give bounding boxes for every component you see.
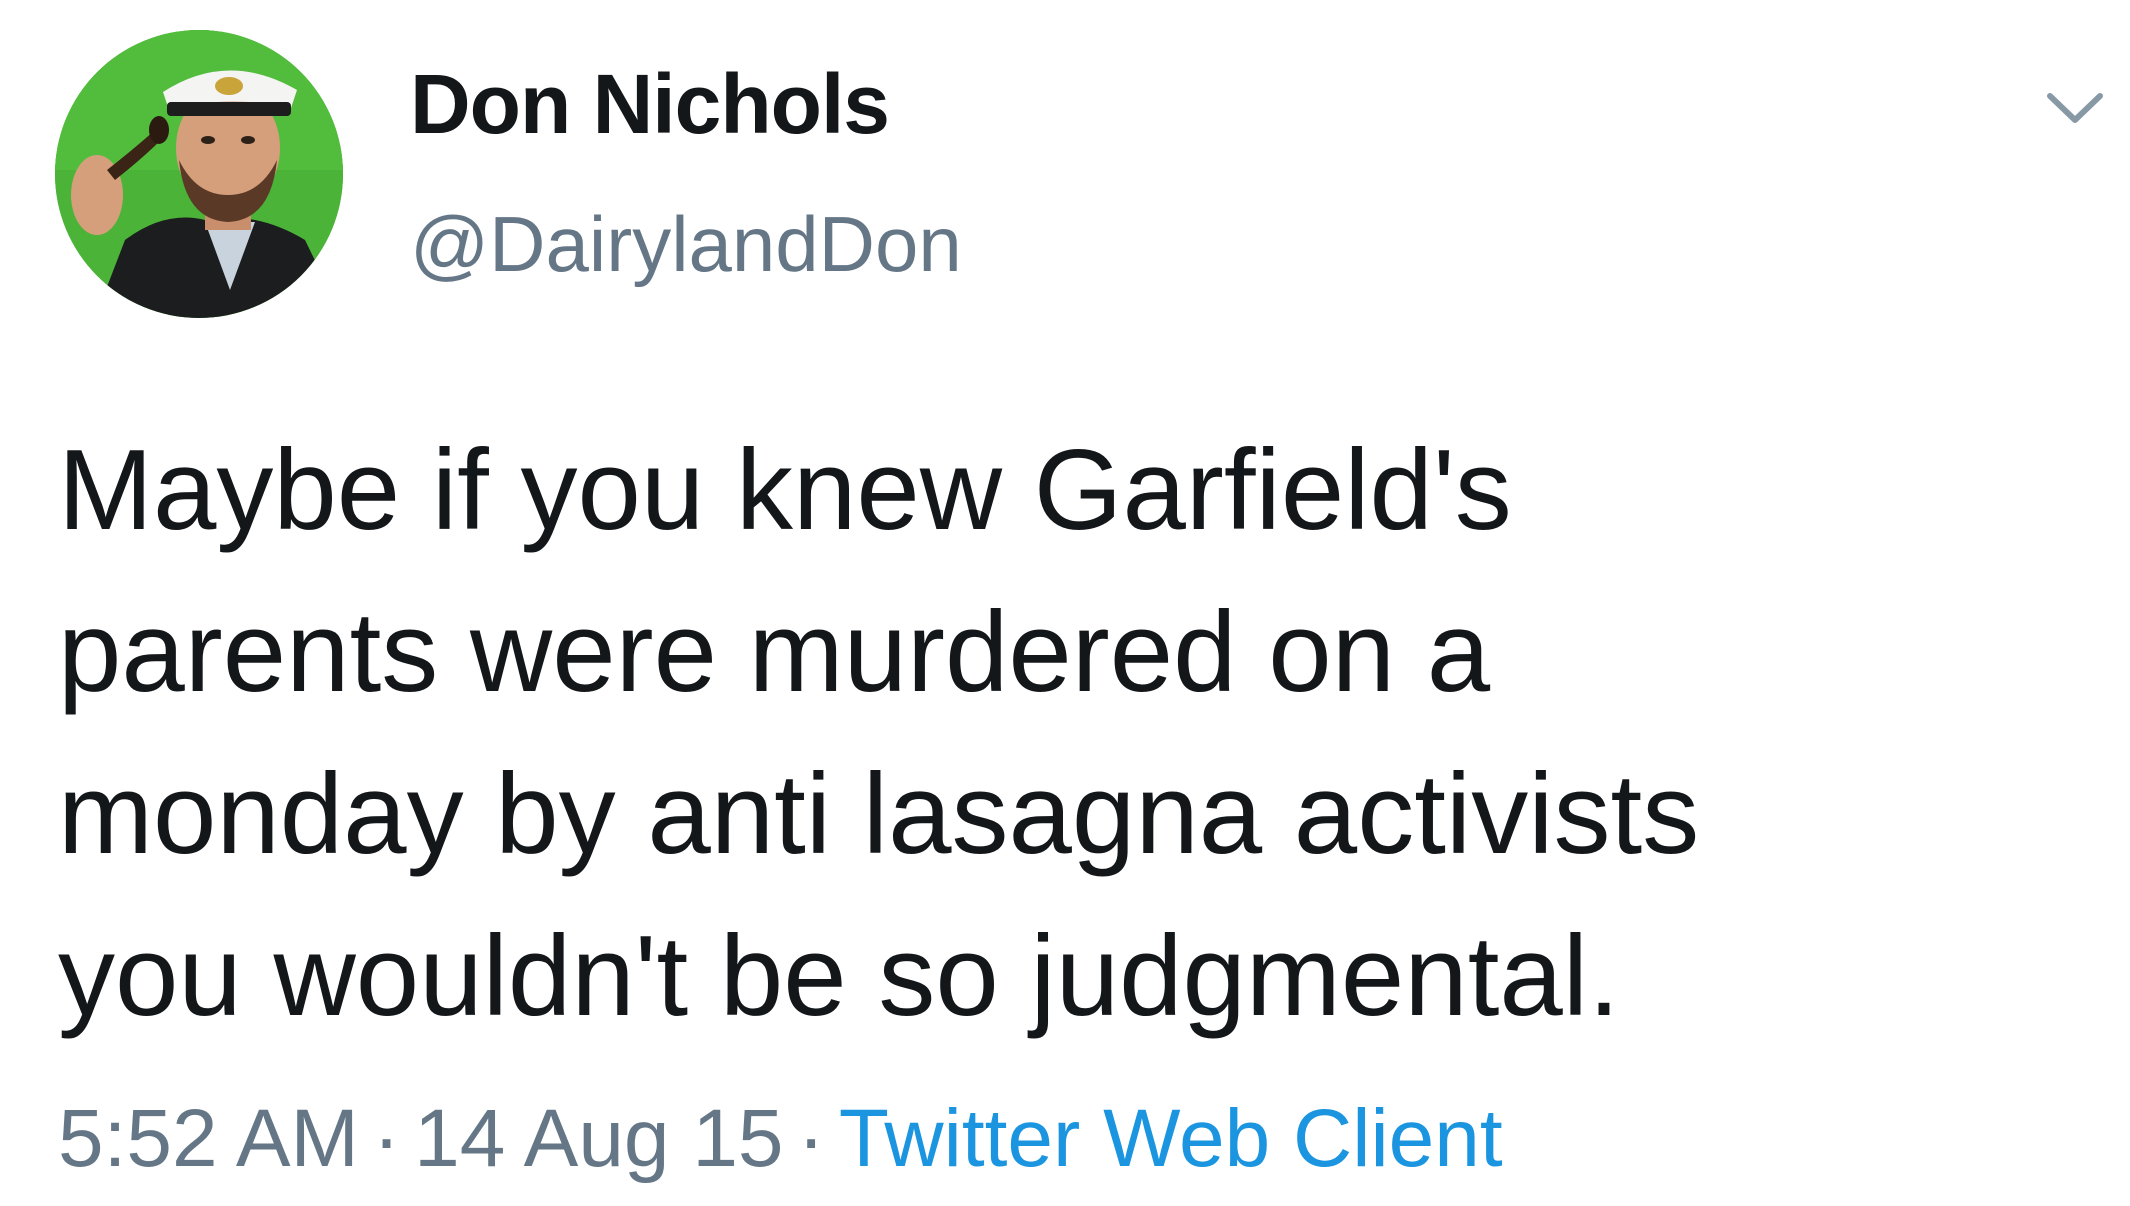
tweet-text-line: Maybe if you knew Garfield's xyxy=(58,427,1512,554)
tweet-text-line: parents were murdered on a xyxy=(58,589,1491,716)
tweet-text-line: you wouldn't be so judgmental. xyxy=(58,913,1620,1040)
separator-dot: · xyxy=(797,1093,825,1184)
client-link[interactable]: Twitter Web Client xyxy=(839,1093,1503,1184)
tweet-card: Don Nichols @DairylandDon Maybe if you k… xyxy=(0,0,2130,1206)
tweet-text: Maybe if you knew Garfield's parents wer… xyxy=(58,410,2098,1058)
avatar-image xyxy=(55,30,343,318)
tweet-text-line: monday by anti lasagna activists xyxy=(58,751,1700,878)
separator-dot: · xyxy=(372,1093,401,1184)
tweet-time[interactable]: 5:52 AM xyxy=(58,1093,359,1184)
user-handle[interactable]: @DairylandDon xyxy=(410,205,962,283)
avatar[interactable] xyxy=(55,30,343,318)
chevron-down-icon[interactable] xyxy=(2040,78,2110,138)
display-name[interactable]: Don Nichols xyxy=(410,62,890,146)
tweet-metadata: 5:52 AM · 14 Aug 15 · Twitter Web Client xyxy=(58,1098,1503,1180)
tweet-date[interactable]: 14 Aug 15 xyxy=(414,1093,783,1184)
